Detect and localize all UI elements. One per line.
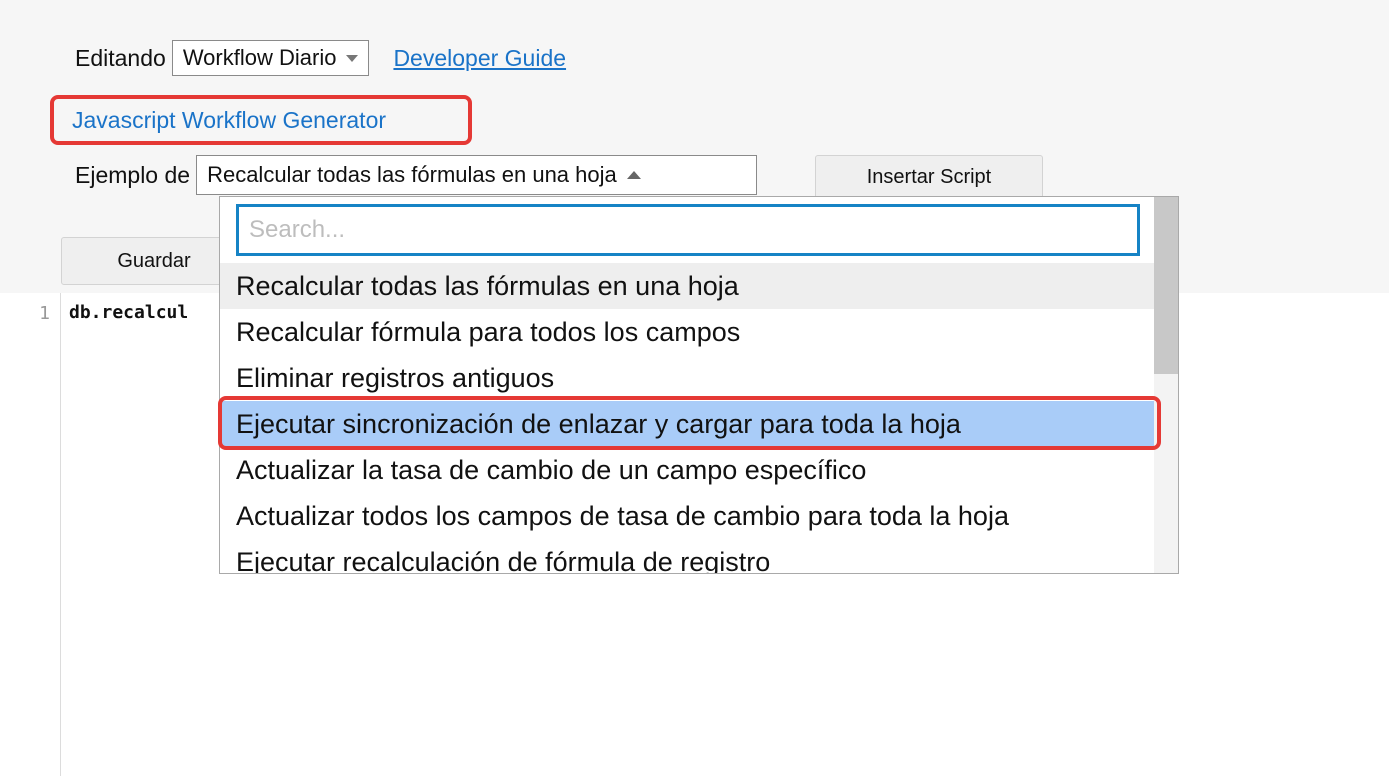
chevron-down-icon [346,54,359,62]
generator-link-highlight: Javascript Workflow Generator [50,95,472,145]
example-label: Ejemplo de [75,161,191,188]
option-ejecutar-sincronizacion[interactable]: Ejecutar sincronización de enlazar y car… [220,401,1156,447]
editing-label: Editando [75,44,166,71]
scrollbar-thumb[interactable] [1154,197,1178,374]
developer-guide-link[interactable]: Developer Guide [393,45,566,72]
insert-script-button[interactable]: Insertar Script [815,155,1043,199]
line-number: 1 [39,303,50,324]
dropdown-scrollbar[interactable] [1154,197,1178,573]
example-select[interactable]: Recalcular todas las fórmulas en una hoj… [196,155,758,195]
chevron-up-icon [626,171,641,179]
example-row: Ejemplo de Recalcular todas las fórmulas… [75,154,758,196]
workflow-select-value: Workflow Diario [182,45,337,70]
option-ejecutar-recalculacion-registro[interactable]: Ejecutar recalculación de fórmula de reg… [220,539,1156,574]
javascript-workflow-generator-link[interactable]: Javascript Workflow Generator [72,107,386,134]
search-field[interactable] [236,204,1140,256]
editing-row: Editando Workflow Diario Developer Guide [75,38,566,78]
option-actualizar-tasa-campo[interactable]: Actualizar la tasa de cambio de un campo… [220,447,1156,493]
option-actualizar-tasas-hoja[interactable]: Actualizar todos los campos de tasa de c… [220,493,1156,539]
code-line[interactable]: db.recalcul [69,302,188,323]
example-dropdown: Recalcular todas las fórmulas en una hoj… [219,196,1179,574]
workflow-select[interactable]: Workflow Diario [171,40,370,76]
line-number-gutter: 1 [0,293,61,776]
option-eliminar-registros[interactable]: Eliminar registros antiguos [220,355,1156,401]
option-recalcular-formula-campos[interactable]: Recalcular fórmula para todos los campos [220,309,1156,355]
page: Editando Workflow Diario Developer Guide… [0,0,1389,776]
option-recalcular-formulas-hoja[interactable]: Recalcular todas las fórmulas en una hoj… [220,263,1156,309]
search-input[interactable] [247,215,1137,245]
example-select-value: Recalcular todas las fórmulas en una hoj… [207,162,617,187]
option-list: Recalcular todas las fórmulas en una hoj… [220,263,1156,574]
